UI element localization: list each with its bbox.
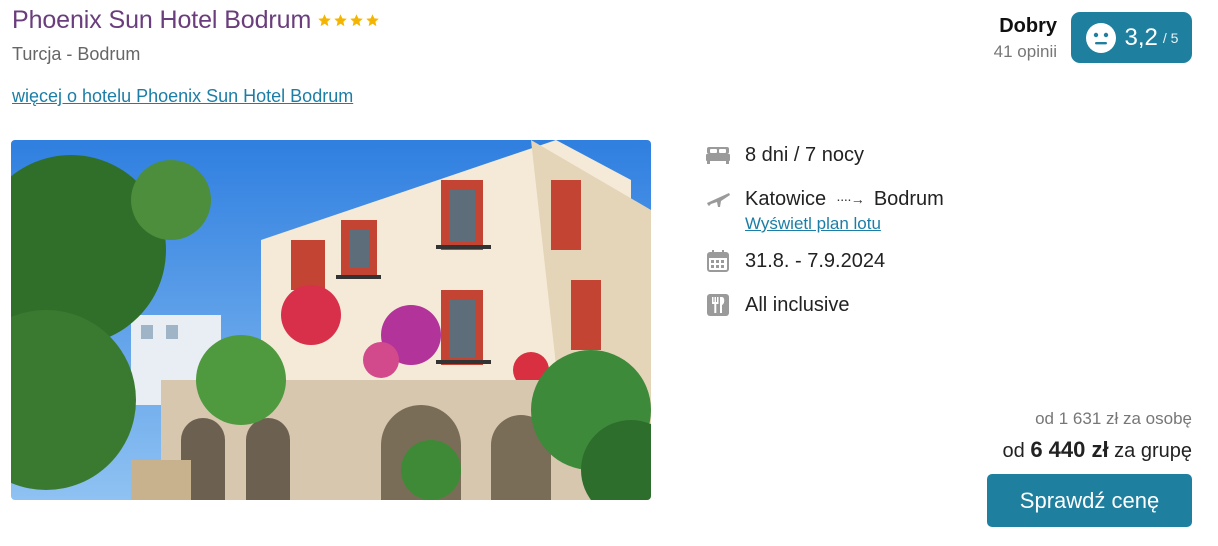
airplane-icon xyxy=(704,187,732,211)
flight-to: Bodrum xyxy=(873,187,944,210)
price-group-amount: 6 440 zł xyxy=(1030,437,1109,462)
star-icon xyxy=(334,14,347,27)
route-arrow-icon: ····→ xyxy=(836,191,865,207)
board-row: All inclusive xyxy=(704,288,944,322)
check-price-button[interactable]: Sprawdź cenę xyxy=(987,474,1192,527)
price-group-suffix: za grupę xyxy=(1114,440,1192,462)
duration-text: 8 dni / 7 nocy xyxy=(745,143,864,166)
cutlery-icon xyxy=(704,293,732,317)
neutral-face-icon xyxy=(1085,22,1116,53)
review-count: 41 opinii xyxy=(993,42,1057,61)
hotel-title-row: Phoenix Sun Hotel Bodrum xyxy=(12,6,380,35)
trip-details: 8 dni / 7 nocy Katowice ····→ Bodrum Wyś… xyxy=(704,138,944,322)
flight-row: Katowice ····→ Bodrum xyxy=(704,182,944,216)
rating-badge[interactable]: 3,2 / 5 xyxy=(1071,12,1192,63)
hotel-stars xyxy=(317,13,380,28)
rating-text: Dobry 41 opinii xyxy=(994,15,1057,62)
bed-icon xyxy=(704,143,732,167)
star-icon xyxy=(318,14,331,27)
price-group-prefix: od xyxy=(1002,440,1025,462)
dates-text: 31.8. - 7.9.2024 xyxy=(745,249,886,272)
star-icon xyxy=(350,14,363,27)
hotel-name[interactable]: Phoenix Sun Hotel Bodrum xyxy=(12,6,311,35)
hotel-photo[interactable] xyxy=(11,140,651,500)
rating-max: / 5 xyxy=(1162,29,1179,46)
hotel-photo-image xyxy=(11,140,651,500)
board-text: All inclusive xyxy=(745,293,850,316)
flight-plan-link[interactable]: Wyświetl plan lotu xyxy=(745,214,944,234)
flight-from: Katowice xyxy=(745,187,827,210)
calendar-icon xyxy=(704,249,732,273)
hotel-details-link[interactable]: więcej o hotelu Phoenix Sun Hotel Bodrum xyxy=(12,86,353,107)
star-icon xyxy=(366,14,379,27)
hotel-location: Turcja - Bodrum xyxy=(12,44,141,64)
rating-value: 3,2 xyxy=(1124,23,1158,51)
rating-block[interactable]: Dobry 41 opinii 3,2 / 5 xyxy=(994,12,1192,63)
price-group: od 6 440 zł za grupę xyxy=(1003,437,1193,463)
dates-row: 31.8. - 7.9.2024 xyxy=(704,244,944,278)
duration-row: 8 dni / 7 nocy xyxy=(704,138,944,172)
rating-word: Dobry xyxy=(999,15,1057,37)
price-per-person: od 1 631 zł za osobę xyxy=(1035,409,1192,428)
